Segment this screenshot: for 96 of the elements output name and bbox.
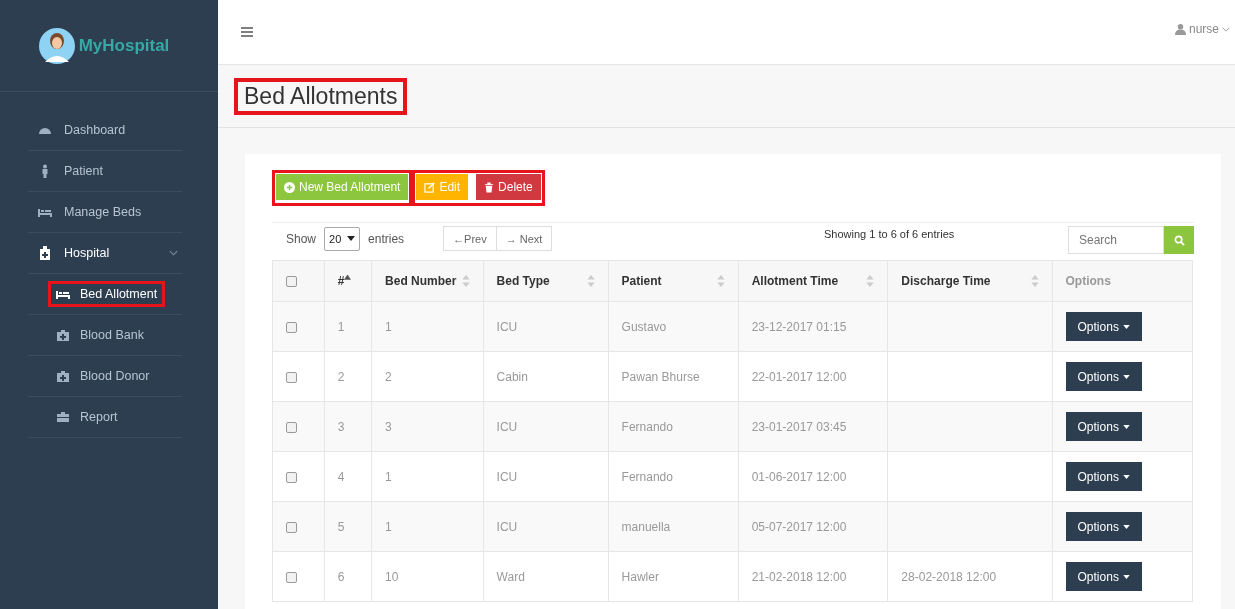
medical-kit-icon	[56, 328, 70, 342]
table-cell: Hawler	[621, 569, 659, 584]
sidebar-item[interactable]: Bed Allotment	[48, 281, 166, 307]
plus-circle-icon	[284, 181, 295, 193]
table-cell: 10	[385, 569, 399, 584]
sidebar-item[interactable]: Blood Bank	[48, 322, 152, 348]
options-button[interactable]: Options	[1065, 312, 1142, 341]
doctor-avatar-icon	[38, 27, 75, 64]
table-cell: 2	[385, 369, 392, 384]
table-cell: 1	[337, 319, 345, 334]
column-header: Options	[1065, 274, 1111, 288]
caret-icon	[1122, 474, 1130, 479]
edit-icon	[424, 181, 436, 193]
page-size-select[interactable]: 20	[324, 226, 361, 251]
search-icon	[1173, 234, 1185, 246]
table-cell: 3	[385, 419, 392, 434]
user-icon	[1174, 23, 1186, 35]
briefcase-icon	[56, 410, 70, 424]
table-cell: manuella	[621, 519, 671, 534]
row-checkbox[interactable]	[286, 421, 297, 433]
table-cell: Gustavo	[621, 319, 667, 334]
show-label: Show	[286, 231, 317, 246]
sidebar-item[interactable]: Dashboard	[30, 117, 134, 143]
row-checkbox[interactable]	[286, 521, 297, 533]
dropdown-icon	[347, 236, 356, 241]
table-cell: 05-07-2017 12:00	[751, 519, 847, 534]
table-cell: Fernando	[621, 419, 673, 434]
table-cell: 23-12-2017 01:15	[751, 319, 847, 334]
caret-icon	[1122, 374, 1130, 379]
sidebar-item[interactable]: Blood Donor	[48, 363, 158, 389]
menu-icon[interactable]	[241, 27, 253, 37]
table-cell: ICU	[496, 319, 518, 334]
row-checkbox[interactable]	[286, 371, 297, 383]
column-header: Bed Number	[385, 274, 457, 288]
table-cell: 2	[337, 369, 345, 384]
table-cell: 3	[337, 419, 345, 434]
sidebar-item[interactable]: Manage Beds	[30, 199, 150, 225]
options-button[interactable]: Options	[1065, 512, 1142, 541]
entries-label: entries	[368, 231, 405, 246]
caret-icon	[1122, 324, 1130, 329]
chevron-icon	[169, 250, 178, 256]
caret-icon	[1122, 424, 1130, 429]
caret-icon	[1222, 26, 1230, 32]
column-header: #	[337, 274, 345, 288]
sort-icon[interactable]	[866, 275, 875, 287]
sort-icon[interactable]	[461, 275, 470, 287]
select-all-checkbox[interactable]	[286, 276, 297, 288]
column-header: Allotment Time	[751, 274, 839, 288]
page-title: Bed Allotments	[236, 79, 406, 113]
prev-button[interactable]: ←Prev	[443, 226, 497, 251]
next-button[interactable]: → Next	[496, 226, 553, 251]
table-cell: Fernando	[621, 469, 673, 484]
row-checkbox[interactable]	[286, 471, 297, 483]
trash-icon	[484, 181, 495, 193]
search-button[interactable]	[1164, 226, 1194, 254]
entries-info: Showing 1 to 6 of 6 entries	[824, 228, 956, 240]
table-cell: 21-02-2018 12:00	[751, 569, 847, 584]
table-cell: 23-01-2017 03:45	[751, 419, 847, 434]
table-cell: 1	[385, 319, 392, 334]
hospital-icon	[38, 246, 52, 260]
table-cell: ICU	[496, 519, 518, 534]
table-cell: 5	[337, 519, 345, 534]
table-cell: 6	[337, 569, 345, 584]
table-cell: Ward	[496, 569, 525, 584]
table-cell: ICU	[496, 419, 518, 434]
column-header: Patient	[621, 274, 662, 288]
sort-icon[interactable]	[1030, 275, 1039, 287]
column-header: Discharge Time	[901, 274, 991, 288]
brand-name: MyHospital	[78, 35, 170, 56]
table-cell: ICU	[496, 469, 518, 484]
column-header: Bed Type	[496, 274, 550, 288]
sidebar-item[interactable]: Patient	[30, 158, 111, 184]
medical-kit-icon	[56, 369, 70, 383]
options-button[interactable]: Options	[1065, 562, 1142, 591]
table-cell: Pawan Bhurse	[621, 369, 700, 384]
options-button[interactable]: Options	[1065, 362, 1142, 391]
options-button[interactable]: Options	[1065, 462, 1142, 491]
search-field[interactable]: Search	[1068, 226, 1164, 254]
table-cell: Cabin	[496, 369, 528, 384]
row-checkbox[interactable]	[286, 321, 297, 333]
table-cell: 1	[385, 469, 392, 484]
user-menu[interactable]: nurse	[1174, 22, 1230, 36]
sort-icon[interactable]	[716, 275, 725, 287]
sidebar-item[interactable]: Hospital	[30, 240, 118, 266]
delete-button[interactable]: Delete	[476, 174, 541, 202]
table-cell: 1	[385, 519, 392, 534]
table-cell: 01-06-2017 12:00	[751, 469, 847, 484]
options-button[interactable]: Options	[1065, 412, 1142, 441]
caret-icon	[1122, 574, 1130, 579]
sort-icon[interactable]	[586, 275, 595, 287]
table-cell: 28-02-2018 12:00	[901, 569, 997, 584]
row-checkbox[interactable]	[286, 571, 297, 583]
table-cell: 22-01-2017 12:00	[751, 369, 847, 384]
table-cell: 4	[337, 469, 345, 484]
caret-icon	[1122, 524, 1130, 529]
sidebar-item[interactable]: Report	[48, 404, 126, 430]
